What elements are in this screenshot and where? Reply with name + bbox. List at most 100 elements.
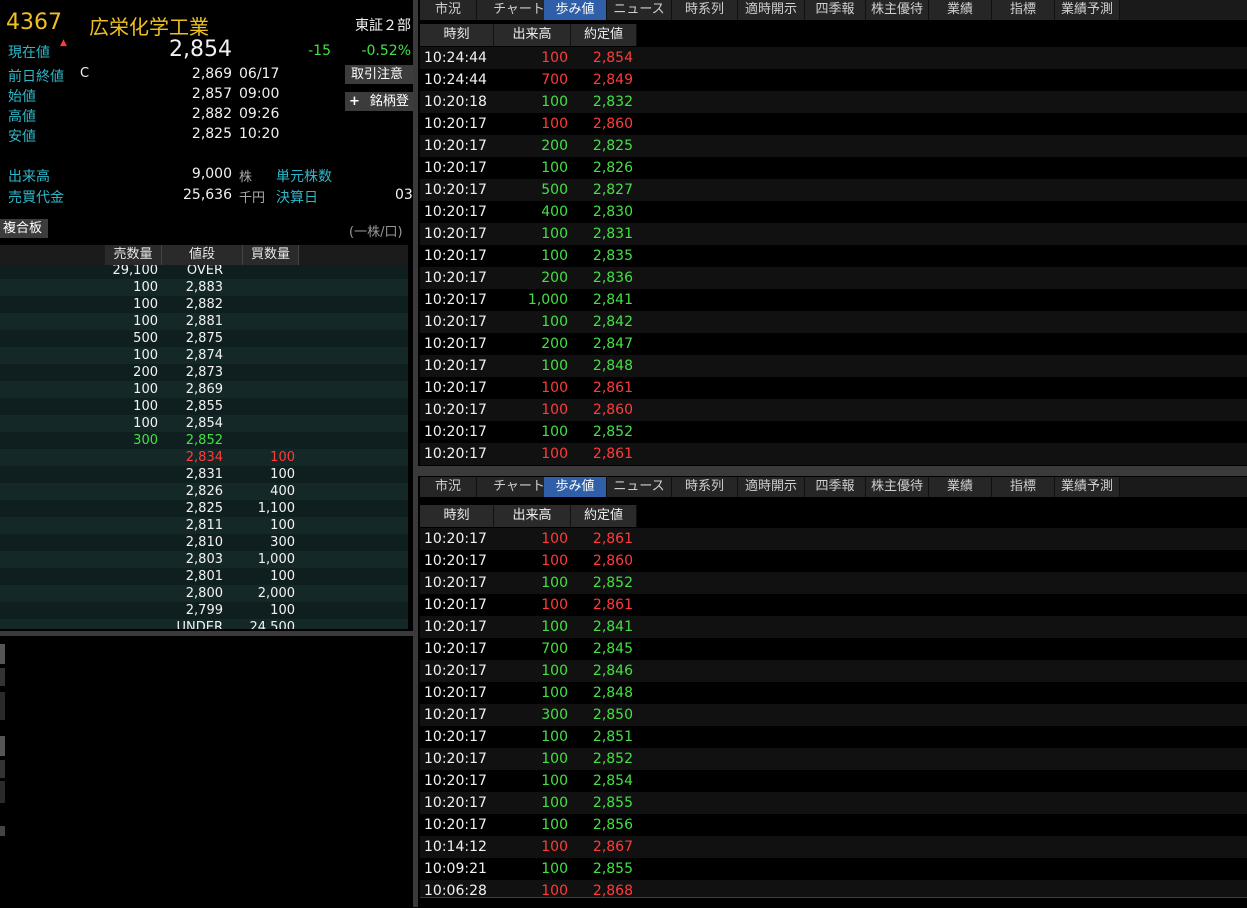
trade-volume: 100 <box>541 446 568 462</box>
book-row[interactable]: 100 2,854 <box>0 415 408 432</box>
book-row[interactable]: 2,799 100 <box>0 602 408 619</box>
price-header: 約定値 <box>571 505 637 527</box>
tape-row: 10:09:21 100 2,855 <box>420 858 1247 880</box>
book-row[interactable]: UNDER 24,500 <box>0 619 408 629</box>
sell-qty: 100 <box>133 416 158 431</box>
price: 2,883 <box>185 280 223 295</box>
trade-price: 2,851 <box>592 729 633 745</box>
book-row[interactable]: 100 2,881 <box>0 313 408 330</box>
trade-volume: 200 <box>541 336 568 352</box>
book-row[interactable]: 100 2,882 <box>0 296 408 313</box>
tab-0[interactable]: 市況 <box>420 477 477 497</box>
trade-price: 2,856 <box>592 817 633 833</box>
book-row[interactable]: 300 2,852 <box>0 432 408 449</box>
trade-volume: 100 <box>541 402 568 418</box>
trade-time: 10:20:17 <box>424 380 487 396</box>
book-row[interactable]: 2,800 2,000 <box>0 585 408 602</box>
tape-row: 10:20:17 100 2,860 <box>420 399 1247 421</box>
volume-header: 出来高 <box>494 505 571 527</box>
tab-9[interactable]: 指標 <box>992 477 1055 497</box>
trade-volume: 100 <box>541 795 568 811</box>
tab-2[interactable]: 歩み値 <box>544 0 607 20</box>
trade-price: 2,854 <box>592 773 633 789</box>
tab-8[interactable]: 業績 <box>929 0 992 20</box>
caution-button[interactable]: 取引注意 <box>345 65 413 84</box>
sell-qty: 100 <box>133 382 158 397</box>
tab-9[interactable]: 指標 <box>992 0 1055 20</box>
tab-3[interactable]: ニュース <box>607 477 672 497</box>
tab-10[interactable]: 業績予測 <box>1055 0 1120 20</box>
tape-row: 10:20:17 100 2,852 <box>420 572 1247 594</box>
tab-4[interactable]: 時系列 <box>672 0 738 20</box>
tab-10[interactable]: 業績予測 <box>1055 477 1120 497</box>
tab-8[interactable]: 業績 <box>929 477 992 497</box>
price: 2,799 <box>185 603 223 618</box>
order-book[interactable]: 29,100 OVER 100 2,883 100 2,882 100 2,881 500 2,8… <box>0 265 408 629</box>
tab-7[interactable]: 株主優待 <box>866 477 929 497</box>
composite-board-button[interactable]: 複合板 <box>0 219 48 238</box>
tab-3[interactable]: ニュース <box>607 0 672 20</box>
tape-row: 10:20:17 200 2,836 <box>420 267 1247 289</box>
vertical-splitter[interactable] <box>413 0 418 907</box>
market-label: 東証２部 <box>355 18 411 34</box>
open-time: 09:00 <box>239 86 280 102</box>
price: 2,810 <box>185 535 223 550</box>
tab-4[interactable]: 時系列 <box>672 477 738 497</box>
buy-qty: 100 <box>270 467 295 482</box>
book-row[interactable]: 2,801 100 <box>0 568 408 585</box>
book-row[interactable]: 100 2,874 <box>0 347 408 364</box>
high-time: 09:26 <box>239 106 280 122</box>
tape-row: 10:20:17 100 2,861 <box>420 443 1247 465</box>
tape-row: 10:20:17 100 2,846 <box>420 660 1247 682</box>
scroll-area[interactable] <box>420 897 1247 908</box>
trade-price: 2,845 <box>592 641 633 657</box>
buy-qty: 400 <box>270 484 295 499</box>
book-row[interactable]: 29,100 OVER <box>0 265 408 279</box>
buy-qty: 100 <box>270 569 295 584</box>
turnover-unit: 千円 <box>239 191 266 206</box>
tab-6[interactable]: 四季報 <box>805 0 866 20</box>
tape-row: 10:20:17 100 2,842 <box>420 311 1247 333</box>
right-splitter[interactable] <box>418 466 1247 476</box>
tape-row: 10:20:17 300 2,850 <box>420 704 1247 726</box>
book-row[interactable]: 200 2,873 <box>0 364 408 381</box>
trade-volume: 100 <box>541 575 568 591</box>
tape-row: 10:20:17 200 2,825 <box>420 135 1247 157</box>
book-row[interactable]: 2,834 100 <box>0 449 408 466</box>
book-row[interactable]: 2,825 1,100 <box>0 500 408 517</box>
tape-row: 10:20:17 100 2,854 <box>420 770 1247 792</box>
tab-0[interactable]: 市況 <box>420 0 477 20</box>
price: 2,881 <box>185 314 223 329</box>
book-row[interactable]: 2,826 400 <box>0 483 408 500</box>
price-header: 値段 <box>162 245 243 265</box>
tab-6[interactable]: 四季報 <box>805 477 866 497</box>
price: 2,826 <box>185 484 223 499</box>
prev-close-flag: C <box>80 66 90 81</box>
book-row[interactable]: 100 2,883 <box>0 279 408 296</box>
buy-qty: 100 <box>270 518 295 533</box>
tab-7[interactable]: 株主優待 <box>866 0 929 20</box>
trade-price: 2,860 <box>592 553 633 569</box>
book-row[interactable]: 2,810 300 <box>0 534 408 551</box>
trade-time: 10:20:17 <box>424 424 487 440</box>
book-row[interactable]: 2,811 100 <box>0 517 408 534</box>
book-row[interactable]: 500 2,875 <box>0 330 408 347</box>
book-row[interactable]: 100 2,869 <box>0 381 408 398</box>
tab-5[interactable]: 適時開示 <box>738 0 805 20</box>
trade-time: 10:24:44 <box>424 50 487 66</box>
tab-5[interactable]: 適時開示 <box>738 477 805 497</box>
up-arrow-icon: ▲ <box>60 38 67 48</box>
book-row[interactable]: 2,831 100 <box>0 466 408 483</box>
tape-row: 10:24:44 100 2,854 <box>420 47 1247 69</box>
trade-time: 10:20:17 <box>424 292 487 308</box>
add-symbol-button[interactable]: + 銘柄登 <box>345 92 413 111</box>
book-row[interactable]: 100 2,855 <box>0 398 408 415</box>
price: 2,852 <box>185 433 223 448</box>
time-and-sales-top[interactable]: 10:24:44 100 2,854 10:24:44 700 2,849 10:20:18… <box>420 47 1247 465</box>
trade-volume: 100 <box>541 116 568 132</box>
time-and-sales-bottom[interactable]: 10:20:17 100 2,861 10:20:17 100 2,860 10:20:17… <box>420 528 1247 897</box>
trade-time: 10:20:17 <box>424 138 487 154</box>
tab-2[interactable]: 歩み値 <box>544 477 607 497</box>
book-row[interactable]: 2,803 1,000 <box>0 551 408 568</box>
trade-volume: 100 <box>541 773 568 789</box>
